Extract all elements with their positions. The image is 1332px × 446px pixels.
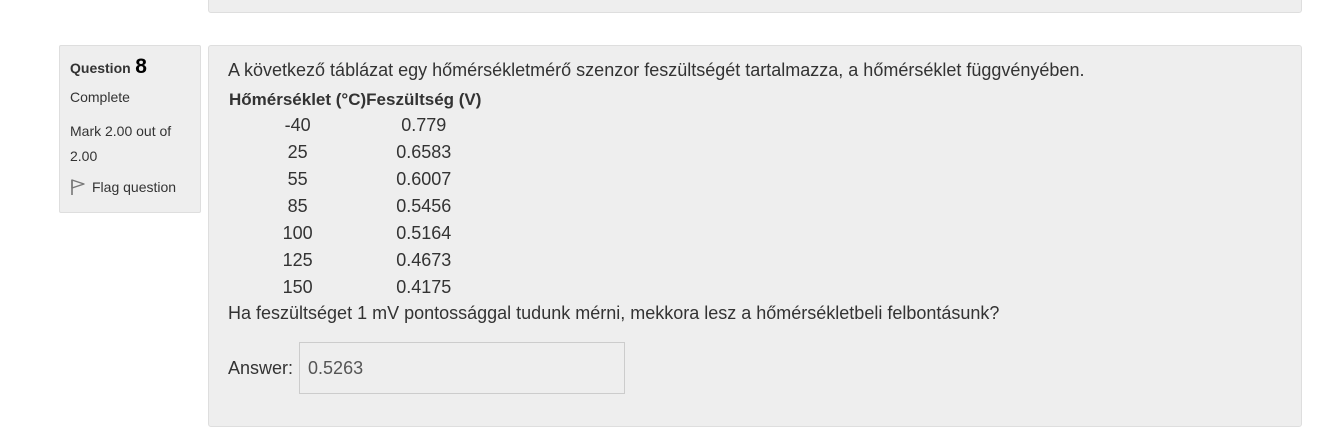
table-cell-temperature: 25 (287, 142, 308, 162)
table-cell-temperature: -40 (284, 115, 311, 135)
table-cell-temperature: 55 (287, 169, 308, 189)
table-cell-voltage: 0.6007 (396, 169, 452, 189)
table-cell-voltage: 0.4673 (396, 250, 452, 270)
flag-question-link[interactable]: Flag question (70, 177, 190, 197)
data-table: Hőmérséklet (°C) Feszültség (V) -40 0.77… (229, 88, 481, 301)
answer-label: Answer: (228, 357, 294, 378)
answer-row: Answer: (228, 342, 1282, 394)
table-cell-temperature: 150 (282, 277, 313, 297)
question-number: Question 8 (70, 54, 190, 81)
table-cell-voltage: 0.5456 (396, 196, 452, 216)
table-row: 55 0.6007 (229, 166, 481, 193)
question-number-value: 8 (135, 55, 147, 78)
table-row: 150 0.4175 (229, 274, 481, 301)
table-cell-temperature: 125 (282, 250, 313, 270)
table-cell-voltage: 0.5164 (396, 223, 452, 243)
question-info-panel: Question 8 Complete Mark 2.00 out of 2.0… (59, 45, 201, 213)
previous-question-panel (208, 0, 1302, 13)
question-grade: Mark 2.00 out of 2.00 (70, 123, 172, 164)
table-row: 100 0.5164 (229, 220, 481, 247)
question-prompt: Ha feszültséget 1 mV pontossággal tudunk… (228, 303, 1000, 323)
table-header-temperature: Hőmérséklet (°C) (229, 90, 367, 109)
table-cell-voltage: 0.6583 (396, 142, 452, 162)
table-cell-voltage: 0.779 (401, 115, 447, 135)
table-cell-voltage: 0.4175 (396, 277, 452, 297)
table-cell-temperature: 85 (287, 196, 308, 216)
table-cell-temperature: 100 (282, 223, 313, 243)
table-row: 85 0.5456 (229, 193, 481, 220)
table-header-voltage: Feszültség (V) (366, 90, 482, 109)
table-row: 125 0.4673 (229, 247, 481, 274)
question-label: Question (70, 60, 131, 76)
table-row: 25 0.6583 (229, 139, 481, 166)
answer-input[interactable] (299, 342, 626, 394)
question-state: Complete (70, 89, 130, 105)
table-row: -40 0.779 (229, 112, 481, 139)
question-text: A következő táblázat egy hőmérsékletmérő… (228, 60, 1085, 80)
flag-icon (70, 178, 86, 196)
flag-question-label: Flag question (92, 179, 177, 195)
question-content-panel: A következő táblázat egy hőmérsékletmérő… (208, 45, 1302, 427)
